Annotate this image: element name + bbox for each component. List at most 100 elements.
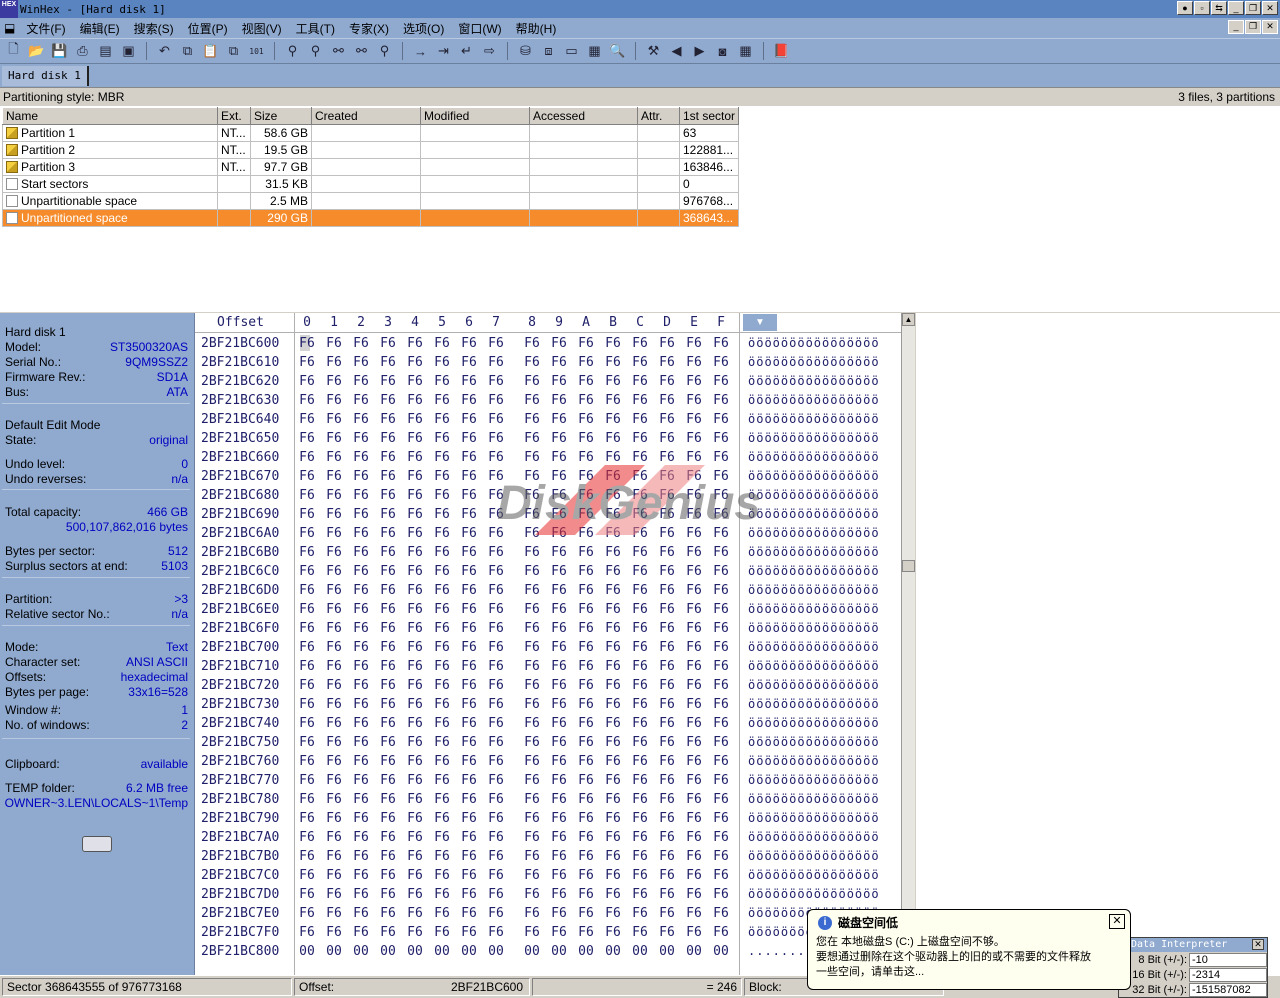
hex-byte[interactable]: F6 xyxy=(486,431,506,446)
maximize-button[interactable]: ❐ xyxy=(1245,1,1261,15)
hex-byte[interactable]: F6 xyxy=(576,564,596,579)
hex-byte[interactable]: F6 xyxy=(351,906,371,921)
hex-byte[interactable]: F6 xyxy=(657,754,677,769)
hex-byte[interactable]: F6 xyxy=(603,887,623,902)
hex-byte[interactable]: F6 xyxy=(405,659,425,674)
hex-byte[interactable]: F6 xyxy=(603,374,623,389)
ascii-text[interactable]: öööööööööööööööö xyxy=(748,469,880,483)
ascii-text[interactable]: öööööööööööööööö xyxy=(748,393,880,407)
hex-byte[interactable]: F6 xyxy=(576,735,596,750)
hex-byte[interactable]: F6 xyxy=(684,393,704,408)
hex-byte[interactable]: F6 xyxy=(522,925,542,940)
hex-byte[interactable]: F6 xyxy=(522,545,542,560)
hex-editor[interactable]: Offset 0 1 2 3 4 5 6 7 8 9 A B C D E F ▼ 2BF21BC600 F6 F6 F6… xyxy=(195,313,901,975)
hex-byte[interactable]: F6 xyxy=(603,925,623,940)
hex-byte[interactable]: F6 xyxy=(522,412,542,427)
hex-byte[interactable]: F6 xyxy=(432,469,452,484)
interp-32bit-value[interactable]: -151587082 xyxy=(1189,982,1267,997)
hex-byte[interactable]: F6 xyxy=(378,697,398,712)
hex-byte[interactable]: F6 xyxy=(324,659,344,674)
hex-byte[interactable]: F6 xyxy=(486,564,506,579)
open-disk-icon[interactable]: ▣ xyxy=(119,42,138,61)
hex-byte[interactable]: F6 xyxy=(486,545,506,560)
hex-byte[interactable]: F6 xyxy=(603,754,623,769)
hex-byte[interactable]: 00 xyxy=(405,944,425,959)
ascii-text[interactable]: öööööööööööööööö xyxy=(748,412,880,426)
hex-byte[interactable]: F6 xyxy=(684,830,704,845)
hex-byte[interactable]: F6 xyxy=(711,868,731,883)
hex-byte[interactable]: F6 xyxy=(351,355,371,370)
hex-byte[interactable]: F6 xyxy=(657,583,677,598)
hex-byte[interactable]: F6 xyxy=(603,602,623,617)
hex-byte[interactable]: F6 xyxy=(576,507,596,522)
hex-byte[interactable]: F6 xyxy=(297,849,317,864)
hex-byte[interactable]: F6 xyxy=(405,526,425,541)
hex-byte[interactable]: F6 xyxy=(684,374,704,389)
hex-byte[interactable]: F6 xyxy=(378,583,398,598)
hex-byte[interactable]: F6 xyxy=(297,469,317,484)
hex-byte[interactable]: F6 xyxy=(405,488,425,503)
hex-byte[interactable]: F6 xyxy=(549,716,569,731)
hex-byte[interactable]: F6 xyxy=(657,374,677,389)
hex-byte[interactable]: F6 xyxy=(405,469,425,484)
hex-byte[interactable]: F6 xyxy=(297,925,317,940)
hex-byte[interactable]: F6 xyxy=(576,393,596,408)
hex-byte[interactable]: F6 xyxy=(630,602,650,617)
hex-byte[interactable]: F6 xyxy=(522,469,542,484)
hex-byte[interactable]: F6 xyxy=(351,659,371,674)
hex-byte[interactable]: F6 xyxy=(684,621,704,636)
hex-byte[interactable]: F6 xyxy=(351,393,371,408)
hex-byte[interactable]: F6 xyxy=(486,906,506,921)
hex-byte[interactable]: F6 xyxy=(324,545,344,560)
camera-icon[interactable]: ◙ xyxy=(713,42,732,61)
hex-byte[interactable]: F6 xyxy=(657,830,677,845)
hex-byte[interactable]: F6 xyxy=(405,374,425,389)
hex-byte[interactable]: F6 xyxy=(351,716,371,731)
hex-byte[interactable]: F6 xyxy=(576,849,596,864)
hex-byte[interactable]: F6 xyxy=(459,450,479,465)
hex-byte[interactable]: F6 xyxy=(549,507,569,522)
hex-byte[interactable]: F6 xyxy=(657,545,677,560)
app-menu-icon[interactable]: ● xyxy=(1177,1,1193,15)
hex-byte[interactable]: F6 xyxy=(711,716,731,731)
hex-byte[interactable]: F6 xyxy=(711,792,731,807)
hex-byte[interactable]: 00 xyxy=(324,944,344,959)
hex-byte[interactable]: F6 xyxy=(630,450,650,465)
hex-byte[interactable]: F6 xyxy=(297,583,317,598)
hex-byte[interactable]: F6 xyxy=(351,545,371,560)
hex-byte[interactable]: F6 xyxy=(522,811,542,826)
hex-byte[interactable]: F6 xyxy=(297,640,317,655)
hex-byte[interactable]: F6 xyxy=(684,678,704,693)
hex-byte[interactable]: F6 xyxy=(486,811,506,826)
hex-byte[interactable]: F6 xyxy=(459,621,479,636)
hex-byte[interactable]: F6 xyxy=(405,621,425,636)
hex-byte[interactable]: F6 xyxy=(657,602,677,617)
hex-byte[interactable]: F6 xyxy=(432,545,452,560)
hex-byte[interactable]: F6 xyxy=(432,887,452,902)
column-header-name[interactable]: Name xyxy=(2,107,218,125)
hex-byte[interactable]: F6 xyxy=(549,431,569,446)
hex-byte[interactable]: F6 xyxy=(405,602,425,617)
new-file-icon[interactable]: 🗋 xyxy=(4,41,23,61)
hex-byte[interactable]: F6 xyxy=(684,583,704,598)
hex-byte[interactable]: F6 xyxy=(378,431,398,446)
hex-byte[interactable]: F6 xyxy=(297,602,317,617)
menu-file[interactable]: 文件(F) xyxy=(19,20,72,37)
hex-byte[interactable]: F6 xyxy=(522,431,542,446)
hex-byte[interactable]: F6 xyxy=(351,469,371,484)
hex-byte[interactable]: F6 xyxy=(297,773,317,788)
hex-byte[interactable]: F6 xyxy=(711,773,731,788)
hex-byte[interactable]: F6 xyxy=(711,678,731,693)
hex-byte[interactable]: F6 xyxy=(657,412,677,427)
hex-byte[interactable]: F6 xyxy=(630,488,650,503)
hex-byte[interactable]: F6 xyxy=(297,393,317,408)
ascii-text[interactable]: öööööööööööööööö xyxy=(748,374,880,388)
hex-byte[interactable]: F6 xyxy=(684,659,704,674)
hex-byte[interactable]: 00 xyxy=(684,944,704,959)
hex-byte[interactable]: F6 xyxy=(486,393,506,408)
hex-byte[interactable]: F6 xyxy=(459,431,479,446)
zoom-icon[interactable]: 🔍 xyxy=(608,42,627,61)
copy-icon[interactable]: ⧉ xyxy=(178,42,197,61)
hex-byte[interactable]: F6 xyxy=(459,412,479,427)
hex-byte[interactable]: F6 xyxy=(324,906,344,921)
